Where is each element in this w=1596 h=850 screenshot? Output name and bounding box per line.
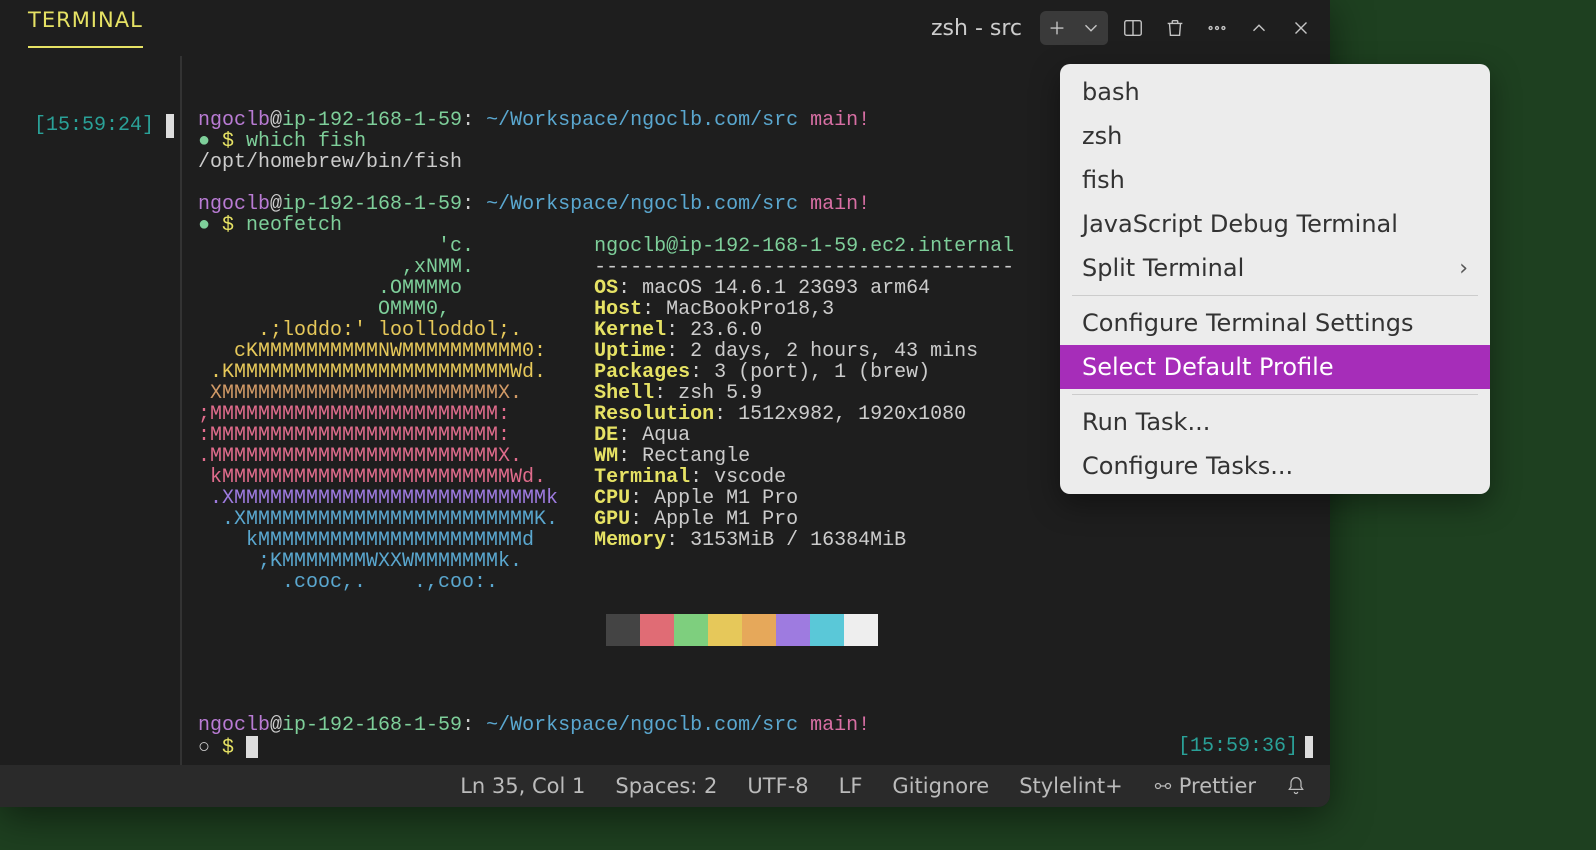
status-line-col[interactable]: Ln 35, Col 1 <box>460 774 585 798</box>
menu-item-label: Split Terminal <box>1082 254 1244 282</box>
maximize-panel-button[interactable] <box>1242 11 1276 45</box>
status-stylelint[interactable]: Stylelint+ <box>1019 774 1123 798</box>
menu-item[interactable]: zsh <box>1060 114 1490 158</box>
more-actions-button[interactable] <box>1200 11 1234 45</box>
status-prettier[interactable]: Prettier <box>1153 774 1256 798</box>
menu-item-label: Run Task... <box>1082 408 1210 436</box>
status-prettier-label: Prettier <box>1179 774 1256 798</box>
terminal-name[interactable]: zsh - src <box>911 12 1032 45</box>
menu-item-label: fish <box>1082 166 1125 194</box>
terminal-name-label: zsh - src <box>931 16 1022 41</box>
menu-item[interactable]: Run Task... <box>1060 400 1490 444</box>
terminal-tab[interactable]: TERMINAL <box>28 8 143 48</box>
menu-separator <box>1072 295 1478 296</box>
menu-item[interactable]: bash <box>1060 70 1490 114</box>
status-language[interactable]: Gitignore <box>892 774 989 798</box>
split-terminal-button[interactable] <box>1116 11 1150 45</box>
gutter-time: [15:59:24] <box>34 114 154 137</box>
close-panel-button[interactable] <box>1284 11 1318 45</box>
gutter-cursor-mark <box>166 114 174 138</box>
panel-tabbar: TERMINAL zsh - src <box>0 0 1330 56</box>
menu-item[interactable]: Select Default Profile <box>1060 345 1490 389</box>
menu-item[interactable]: Configure Terminal Settings <box>1060 301 1490 345</box>
status-eol[interactable]: LF <box>839 774 863 798</box>
status-bar: Ln 35, Col 1 Spaces: 2 UTF-8 LF Gitignor… <box>0 765 1330 807</box>
menu-item[interactable]: fish <box>1060 158 1490 202</box>
new-terminal-button[interactable] <box>1040 11 1074 45</box>
menu-item-label: zsh <box>1082 122 1122 150</box>
menu-item-label: Select Default Profile <box>1082 353 1334 381</box>
kill-terminal-button[interactable] <box>1158 11 1192 45</box>
menu-item-label: Configure Tasks... <box>1082 452 1293 480</box>
menu-separator <box>1072 394 1478 395</box>
menu-item-label: JavaScript Debug Terminal <box>1082 210 1398 238</box>
status-bell-icon[interactable] <box>1286 776 1306 796</box>
menu-item[interactable]: Split Terminal › <box>1060 246 1490 290</box>
terminal-toolbar: zsh - src <box>911 11 1318 45</box>
menu-item-label: Configure Terminal Settings <box>1082 309 1413 337</box>
terminal-profile-menu: bash zsh fish JavaScript Debug Terminal Spli… <box>1060 64 1490 494</box>
menu-item[interactable]: Configure Tasks... <box>1060 444 1490 488</box>
terminal-gutter: [15:59:24] <box>0 56 180 765</box>
new-terminal-dropdown[interactable] <box>1074 11 1108 45</box>
status-indent[interactable]: Spaces: 2 <box>615 774 717 798</box>
menu-item[interactable]: JavaScript Debug Terminal <box>1060 202 1490 246</box>
status-encoding[interactable]: UTF-8 <box>747 774 808 798</box>
menu-item-label: bash <box>1082 78 1140 106</box>
chevron-right-icon: › <box>1459 256 1468 281</box>
